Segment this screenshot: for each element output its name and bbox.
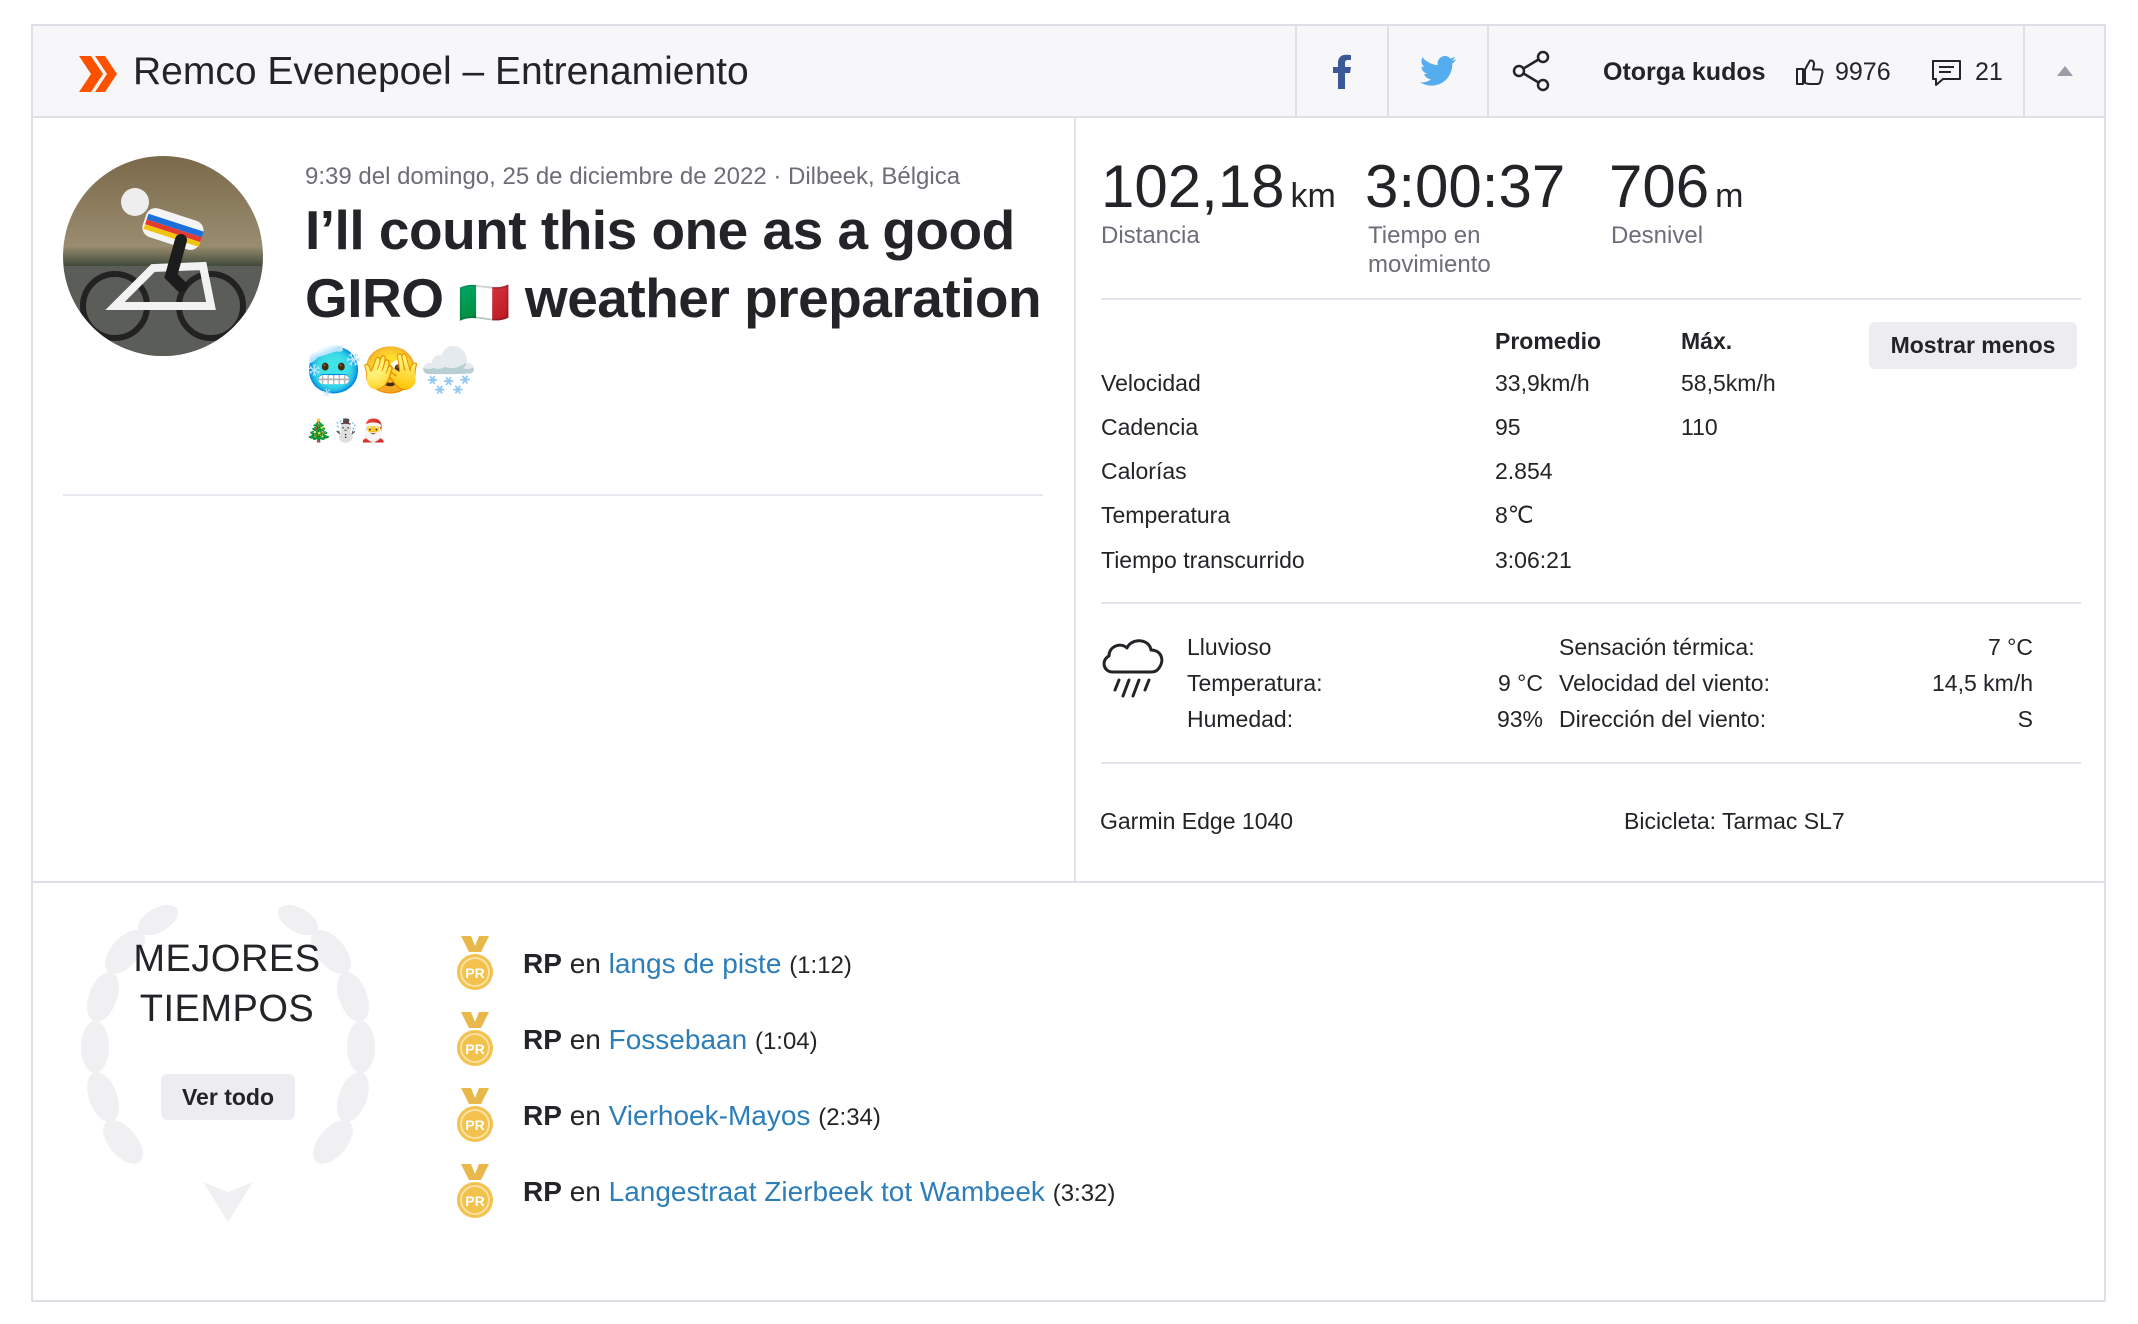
stat-row: Calorías 2.854 bbox=[1101, 458, 1553, 484]
activity-meta: 9:39 del domingo, 25 de diciembre de 202… bbox=[305, 163, 961, 190]
segment-time: (1:12) bbox=[789, 952, 852, 979]
pr-text: RP en langs de piste (1:12) bbox=[523, 946, 852, 984]
pr-medal-icon: PR bbox=[457, 1164, 493, 1218]
weather-humidity-value: 93% bbox=[1496, 706, 1543, 732]
segment-time: (3:32) bbox=[1052, 1180, 1116, 1207]
pr-en: en bbox=[569, 1176, 601, 1207]
stat-row: Temperatura 8℃ bbox=[1101, 502, 1534, 528]
twitter-share-button[interactable] bbox=[1387, 26, 1487, 116]
moving-time-value: 3:00:37 bbox=[1365, 153, 1566, 220]
activity-card: Remco Evenepoel – Entrenamiento Otorga k… bbox=[31, 24, 2106, 1302]
pr-text: RP en Vierhoek-Mayos (2:34) bbox=[523, 1098, 881, 1136]
segment-time: (1:04) bbox=[754, 1028, 818, 1055]
collapse-button[interactable] bbox=[2023, 26, 2104, 116]
share-icon bbox=[1512, 50, 1550, 92]
segment-link[interactable]: langs de piste bbox=[609, 948, 782, 979]
pr-badge: RP bbox=[523, 1176, 562, 1207]
best-efforts-title: MEJORES TIEMPOS bbox=[133, 938, 321, 1030]
strava-chevron-icon bbox=[79, 56, 117, 92]
stat-row: Velocidad 33,9km/h 58,5km/h bbox=[1101, 370, 1776, 396]
rain-cloud-icon bbox=[1102, 639, 1164, 698]
elevation-label: Desnivel bbox=[1611, 222, 1704, 249]
weather-divider bbox=[1101, 602, 2081, 604]
svg-text:PR: PR bbox=[465, 965, 484, 981]
activity-title-rest: weather preparation bbox=[524, 267, 1042, 329]
activity-title-line-1: I’ll count this one as a good bbox=[305, 199, 1015, 261]
show-less-button[interactable]: Mostrar menos bbox=[1869, 322, 2077, 369]
device-name: Garmin Edge 1040 bbox=[1100, 808, 1294, 834]
weather-humidity-label: Humedad: bbox=[1187, 706, 1294, 732]
pr-en: en bbox=[569, 1100, 601, 1131]
view-all-button[interactable]: Ver todo bbox=[161, 1074, 295, 1120]
pr-badge: RP bbox=[523, 1100, 562, 1131]
weather-temp-value: 9 °C bbox=[1498, 670, 1543, 696]
distance-value: 102,18 km bbox=[1101, 153, 1336, 220]
pr-badge: RP bbox=[523, 948, 562, 979]
left-divider bbox=[63, 494, 1043, 496]
col-header-avg: Promedio bbox=[1495, 328, 1602, 354]
weather-wind-speed-label: Velocidad del viento: bbox=[1559, 670, 1770, 696]
weather-feels-label: Sensación térmica: bbox=[1559, 634, 1755, 660]
weather-wind-dir-value: S bbox=[2017, 706, 2033, 732]
segment-link[interactable]: Fossebaan bbox=[609, 1024, 748, 1055]
segment-time: (2:34) bbox=[818, 1104, 881, 1131]
activity-title-giro: GIRO bbox=[305, 267, 444, 329]
activity-title-line-2: GIRO 🇮🇹 weather preparation bbox=[305, 264, 1085, 337]
page-title: Remco Evenepoel – Entrenamiento bbox=[133, 50, 749, 93]
activity-header: Remco Evenepoel – Entrenamiento Otorga k… bbox=[33, 26, 2104, 118]
stat-row: Cadencia 95 110 bbox=[1101, 414, 1718, 440]
description-emojis: 🎄☃️🎅 bbox=[305, 418, 388, 443]
thumbs-up-icon[interactable] bbox=[1795, 56, 1825, 86]
weather-temp-label: Temperatura: bbox=[1187, 670, 1323, 696]
share-button[interactable] bbox=[1487, 26, 1575, 116]
weather-feels-value: 7 °C bbox=[1988, 634, 2033, 660]
column-divider bbox=[1074, 118, 1076, 883]
svg-text:PR: PR bbox=[465, 1193, 484, 1209]
svg-text:PR: PR bbox=[465, 1041, 484, 1057]
pr-en: en bbox=[569, 1024, 601, 1055]
gear-divider bbox=[1101, 762, 2081, 764]
weather-wind-dir-label: Dirección del viento: bbox=[1559, 706, 1767, 732]
bike-name[interactable]: Bicicleta: Tarmac SL7 bbox=[1624, 806, 1845, 836]
distance-label: Distancia bbox=[1101, 222, 1200, 249]
svg-text:PR: PR bbox=[465, 1117, 484, 1133]
pr-medal-icon: PR bbox=[457, 1012, 493, 1066]
weather-condition: Lluvioso bbox=[1187, 634, 1272, 660]
italy-flag-emoji: 🇮🇹 bbox=[458, 279, 511, 326]
pr-medal-icon: PR bbox=[457, 1088, 493, 1142]
section-divider bbox=[33, 881, 2104, 883]
twitter-icon bbox=[1420, 56, 1456, 86]
kudos-count[interactable]: 9976 bbox=[1835, 56, 1891, 88]
facebook-share-button[interactable] bbox=[1295, 26, 1387, 116]
pr-text: RP en Fossebaan (1:04) bbox=[523, 1022, 818, 1060]
pr-text: RP en Langestraat Zierbeek tot Wambeek (… bbox=[523, 1174, 1115, 1212]
stats-divider bbox=[1101, 298, 2081, 300]
weather-wind-speed-value: 14,5 km/h bbox=[1932, 670, 2033, 696]
cyclist-photo bbox=[63, 156, 263, 356]
pr-badge: RP bbox=[523, 1024, 562, 1055]
pr-en: en bbox=[569, 948, 601, 979]
elevation-value: 706 m bbox=[1609, 153, 1744, 220]
segment-link[interactable]: Vierhoek-Mayos bbox=[609, 1100, 811, 1131]
moving-time-label: Tiempo en movimiento bbox=[1368, 222, 1491, 278]
stat-row: Tiempo transcurrido 3:06:21 bbox=[1101, 547, 1572, 573]
comments-count[interactable]: 21 bbox=[1975, 56, 2003, 88]
pr-medal-icon: PR bbox=[457, 936, 493, 990]
athlete-avatar[interactable] bbox=[63, 156, 263, 356]
col-header-max: Máx. bbox=[1681, 328, 1733, 354]
caret-up-icon bbox=[2056, 66, 2073, 76]
activity-title: I’ll count this one as a good GIRO 🇮🇹 we… bbox=[305, 196, 1085, 337]
comment-icon[interactable] bbox=[1931, 58, 1963, 88]
facebook-icon bbox=[1333, 54, 1351, 89]
give-kudos-button[interactable]: Otorga kudos bbox=[1603, 56, 1766, 88]
title-emojis: 🥶🫣🌨️ bbox=[305, 344, 477, 396]
segment-link[interactable]: Langestraat Zierbeek tot Wambeek bbox=[609, 1176, 1045, 1207]
